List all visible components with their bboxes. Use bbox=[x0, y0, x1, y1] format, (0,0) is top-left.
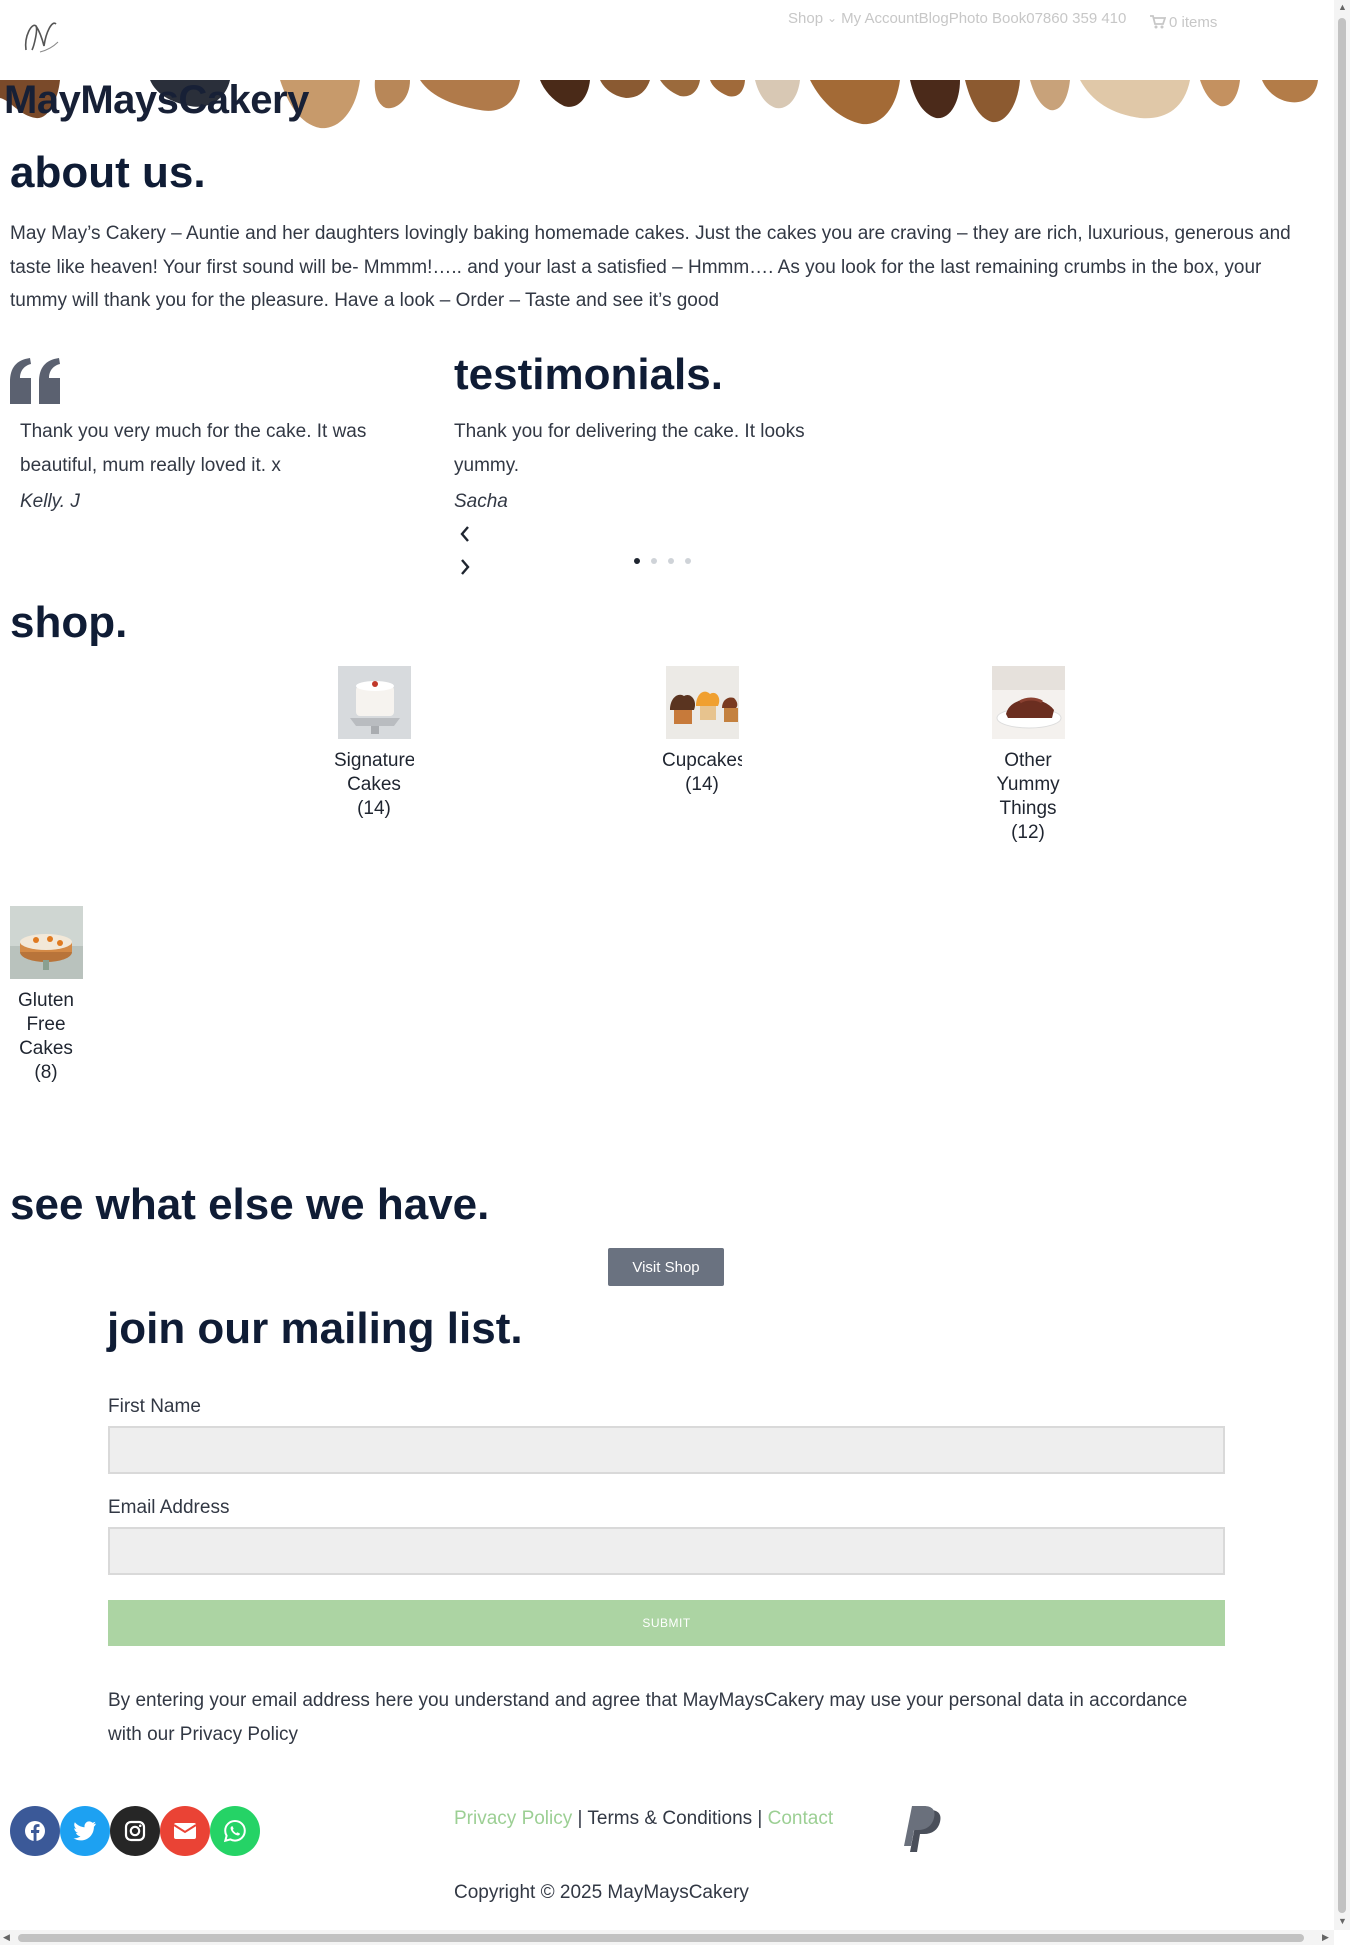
testimonial-text: Thank you very much for the cake. It was… bbox=[20, 421, 367, 476]
category-name: Other Yummy Things bbox=[996, 750, 1060, 819]
quote-icon bbox=[10, 358, 60, 404]
chevron-down-icon[interactable]: ⌄ bbox=[827, 11, 837, 25]
chevron-left-icon[interactable] bbox=[456, 522, 474, 546]
category-image[interactable] bbox=[665, 666, 739, 739]
contact-link[interactable]: Contact bbox=[768, 1808, 833, 1829]
nav-photo-book[interactable]: Photo Book bbox=[949, 10, 1027, 27]
testimonial-author: Sacha bbox=[454, 491, 508, 512]
footer-links: Privacy Policy | Terms & Conditions | Co… bbox=[454, 1808, 833, 1830]
link-separator: | bbox=[757, 1808, 763, 1829]
mailing-heading: join our mailing list. bbox=[107, 1304, 523, 1353]
cart-link[interactable]: 0 items bbox=[1150, 12, 1217, 32]
slider-dots bbox=[634, 558, 691, 564]
category-image[interactable] bbox=[337, 666, 411, 739]
terms-link[interactable]: Terms & Conditions bbox=[587, 1808, 752, 1829]
vertical-scroll-thumb[interactable] bbox=[1338, 18, 1346, 1913]
facebook-link[interactable] bbox=[10, 1806, 60, 1856]
shop-heading: shop. bbox=[10, 598, 128, 647]
slider-dot[interactable] bbox=[634, 558, 640, 564]
twitter-link[interactable] bbox=[60, 1806, 110, 1856]
slider-dot[interactable] bbox=[668, 558, 674, 564]
instagram-icon bbox=[124, 1820, 146, 1842]
site-header bbox=[0, 0, 1334, 80]
category-name: Cupcakes bbox=[662, 750, 742, 771]
category-image[interactable] bbox=[9, 906, 83, 979]
testimonial-card: Thank you for delivering the cake. It lo… bbox=[454, 415, 844, 513]
site-title[interactable]: MayMaysCakery bbox=[4, 78, 309, 123]
scroll-up-icon[interactable]: ▲ bbox=[1338, 2, 1347, 12]
nav-phone[interactable]: 07860 359 410 bbox=[1026, 10, 1126, 27]
category-other-yummy-things[interactable]: Other Yummy Things (12) bbox=[988, 666, 1068, 845]
slider-dot[interactable] bbox=[685, 558, 691, 564]
category-count: (8) bbox=[34, 1062, 58, 1083]
testimonial-card: Thank you very much for the cake. It was… bbox=[20, 415, 400, 513]
consent-text: By entering your email address here you … bbox=[108, 1690, 1188, 1745]
category-name: Signature Cakes bbox=[334, 750, 414, 795]
scroll-left-icon[interactable]: ◀ bbox=[3, 1932, 10, 1943]
nav-blog[interactable]: Blog bbox=[919, 10, 949, 27]
whatsapp-link[interactable] bbox=[210, 1806, 260, 1856]
first-name-label: First Name bbox=[108, 1396, 201, 1417]
email-field[interactable] bbox=[108, 1527, 1225, 1575]
about-text: May May’s Cakery – Auntie and her daught… bbox=[10, 223, 1291, 311]
category-count: (14) bbox=[357, 798, 391, 819]
first-name-field[interactable] bbox=[108, 1426, 1225, 1474]
category-gluten-free-cakes[interactable]: Gluten Free Cakes (8) bbox=[6, 906, 86, 1085]
email-label: Email Address bbox=[108, 1497, 230, 1518]
copyright-text: Copyright © 2025 MayMaysCakery bbox=[454, 1882, 749, 1903]
main-nav: Shop ⌄ My Account Blog Photo Book 07860 … bbox=[788, 8, 1126, 28]
nav-my-account[interactable]: My Account bbox=[841, 10, 919, 27]
visit-shop-button[interactable]: Visit Shop bbox=[608, 1248, 724, 1286]
cart-count: 0 items bbox=[1169, 13, 1218, 31]
twitter-icon bbox=[73, 1821, 96, 1841]
category-count: (12) bbox=[1011, 822, 1045, 843]
scroll-right-icon[interactable]: ▶ bbox=[1322, 1932, 1329, 1943]
paypal-icon bbox=[904, 1806, 941, 1852]
instagram-link[interactable] bbox=[110, 1806, 160, 1856]
email-link[interactable] bbox=[160, 1806, 210, 1856]
submit-button[interactable]: SUBMIT bbox=[108, 1600, 1225, 1646]
see-what-heading: see what else we have. bbox=[10, 1180, 490, 1229]
testimonials-heading: testimonials. bbox=[454, 350, 723, 399]
privacy-policy-link[interactable]: Privacy Policy bbox=[454, 1808, 572, 1829]
facebook-icon bbox=[25, 1821, 45, 1841]
logo-icon[interactable] bbox=[18, 16, 62, 56]
category-name: Gluten Free Cakes bbox=[18, 990, 74, 1059]
cart-icon bbox=[1150, 15, 1166, 29]
nav-shop[interactable]: Shop bbox=[788, 10, 823, 27]
category-image[interactable] bbox=[991, 666, 1065, 739]
category-count: (14) bbox=[685, 774, 719, 795]
about-heading: about us. bbox=[10, 148, 206, 197]
testimonial-author: Kelly. J bbox=[20, 491, 80, 512]
whatsapp-icon bbox=[223, 1819, 246, 1843]
chevron-right-icon[interactable] bbox=[456, 555, 474, 579]
envelope-icon bbox=[173, 1823, 197, 1839]
link-separator: | bbox=[577, 1808, 583, 1829]
scroll-down-icon[interactable]: ▼ bbox=[1338, 1916, 1347, 1926]
slider-dot[interactable] bbox=[651, 558, 657, 564]
testimonial-text: Thank you for delivering the cake. It lo… bbox=[454, 421, 805, 476]
horizontal-scroll-thumb[interactable] bbox=[18, 1934, 1304, 1942]
category-signature-cakes[interactable]: Signature Cakes (14) bbox=[334, 666, 414, 821]
category-cupcakes[interactable]: Cupcakes (14) bbox=[662, 666, 742, 797]
